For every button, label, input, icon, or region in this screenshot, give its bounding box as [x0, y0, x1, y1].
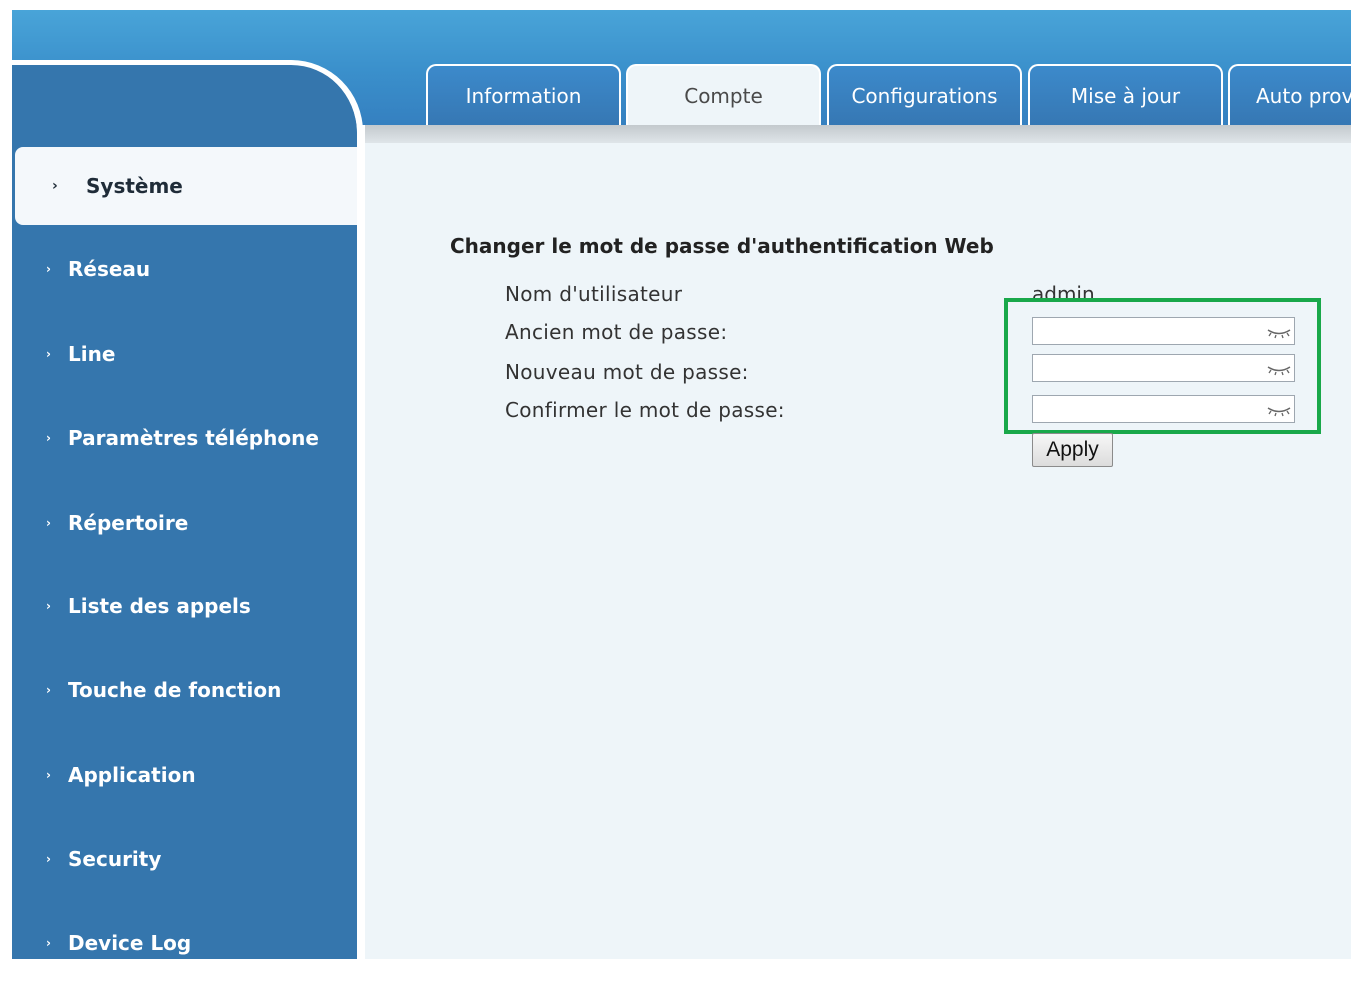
- sidebar-item-touche-de-fonction[interactable]: › Touche de fonction: [12, 652, 357, 728]
- chevron-right-icon: ›: [46, 431, 51, 445]
- chevron-right-icon: ›: [46, 599, 51, 613]
- sidebar-item-systeme[interactable]: › Système: [15, 147, 357, 225]
- sidebar-item-label: Paramètres téléphone: [68, 426, 319, 450]
- tab-label: Auto prov: [1256, 84, 1351, 108]
- chevron-right-icon: ›: [46, 516, 51, 530]
- eye-closed-icon[interactable]: [1266, 323, 1292, 339]
- sidebar-item-label: Application: [68, 763, 196, 787]
- tab-mise-a-jour[interactable]: Mise à jour: [1028, 64, 1223, 126]
- tab-compte[interactable]: Compte: [626, 64, 821, 126]
- tab-label: Compte: [684, 84, 763, 108]
- chevron-right-icon: ›: [46, 347, 51, 361]
- sidebar-item-device-log[interactable]: › Device Log: [12, 905, 357, 981]
- confirm-password-input[interactable]: [1037, 397, 1266, 423]
- sidebar-item-label: Système: [86, 174, 183, 198]
- old-password-label: Ancien mot de passe:: [505, 320, 728, 344]
- chevron-right-icon: ›: [46, 768, 51, 782]
- new-password-field[interactable]: [1032, 354, 1295, 382]
- chevron-right-icon: ›: [46, 683, 51, 697]
- tab-label: Configurations: [851, 84, 998, 108]
- chevron-right-icon: ›: [46, 262, 51, 276]
- eye-closed-icon[interactable]: [1266, 401, 1292, 417]
- sidebar-item-label: Répertoire: [68, 511, 189, 535]
- sidebar-item-reseau[interactable]: › Réseau: [12, 231, 357, 307]
- old-password-input[interactable]: [1037, 319, 1266, 345]
- tab-information[interactable]: Information: [426, 64, 621, 126]
- confirm-password-label: Confirmer le mot de passe:: [505, 398, 785, 422]
- sidebar-item-label: Touche de fonction: [68, 678, 282, 702]
- sidebar-item-label: Liste des appels: [68, 594, 251, 618]
- chevron-right-icon: ›: [46, 936, 51, 950]
- sidebar-item-label: Réseau: [68, 257, 151, 281]
- tab-configurations[interactable]: Configurations: [827, 64, 1022, 126]
- new-password-input[interactable]: [1037, 356, 1266, 382]
- apply-button[interactable]: Apply: [1032, 433, 1113, 467]
- sidebar-item-label: Security: [68, 847, 162, 871]
- eye-closed-icon[interactable]: [1266, 360, 1292, 376]
- old-password-field[interactable]: [1032, 317, 1295, 345]
- sidebar-item-application[interactable]: › Application: [12, 737, 357, 813]
- tab-label: Information: [465, 84, 582, 108]
- username-value: admin: [1032, 282, 1095, 306]
- confirm-password-field[interactable]: [1032, 395, 1295, 423]
- chevron-right-icon: ›: [46, 852, 51, 866]
- new-password-label: Nouveau mot de passe:: [505, 360, 749, 384]
- sidebar-item-parametres-telephone[interactable]: › Paramètres téléphone: [12, 400, 357, 476]
- sidebar-item-security[interactable]: › Security: [12, 821, 357, 897]
- sidebar-item-line[interactable]: › Line: [12, 316, 357, 392]
- section-title: Changer le mot de passe d'authentificati…: [450, 234, 994, 258]
- sidebar-item-label: Device Log: [68, 931, 192, 955]
- tab-label: Mise à jour: [1070, 84, 1181, 108]
- sidebar-item-label: Line: [68, 342, 116, 366]
- chevron-right-icon: ›: [52, 178, 58, 194]
- content-top-shadow: [365, 125, 1351, 143]
- sidebar-item-repertoire[interactable]: › Répertoire: [12, 485, 357, 561]
- username-label: Nom d'utilisateur: [505, 282, 683, 306]
- sidebar-item-liste-des-appels[interactable]: › Liste des appels: [12, 568, 357, 644]
- tab-auto-provision[interactable]: Auto prov: [1228, 64, 1351, 126]
